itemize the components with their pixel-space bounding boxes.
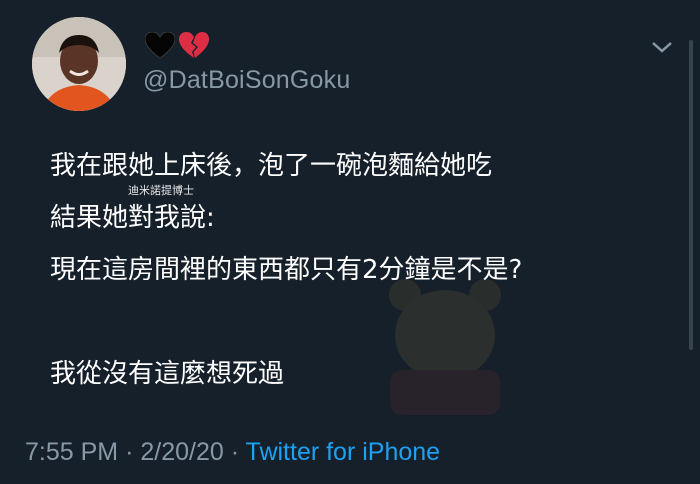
chevron-down-icon[interactable]	[647, 36, 677, 58]
tweet-time: 7:55 PM	[25, 438, 119, 466]
tweet-text: 我在跟她上床後，泡了一碗泡麵給她吃 結果她對我說: 現在這房間裡的東西都只有2分…	[50, 140, 670, 400]
broken-heart-icon	[179, 32, 209, 58]
black-heart-icon	[145, 32, 175, 59]
user-handle[interactable]: @DatBoiSonGoku	[143, 66, 350, 95]
tweet-date: 2/20/20	[140, 438, 224, 466]
avatar-image	[32, 17, 126, 111]
avatar[interactable]	[32, 17, 126, 111]
tweet-source-link[interactable]: Twitter for iPhone	[246, 438, 441, 466]
tweet-line: 現在這房間裡的東西都只有2分鐘是不是?	[50, 255, 523, 285]
emoji-group	[145, 28, 209, 64]
tweet-line: 我從沒有這麼想死過	[50, 359, 285, 389]
scrollbar[interactable]	[689, 40, 693, 350]
separator: ·	[230, 438, 240, 466]
tweet-metadata: 7:55 PM · 2/20/20 · Twitter for iPhone	[25, 438, 440, 467]
watermark-text: 迪米諾提博士	[128, 184, 194, 197]
separator: ·	[125, 438, 134, 466]
tweet-line: 結果她對我說:	[50, 203, 215, 233]
